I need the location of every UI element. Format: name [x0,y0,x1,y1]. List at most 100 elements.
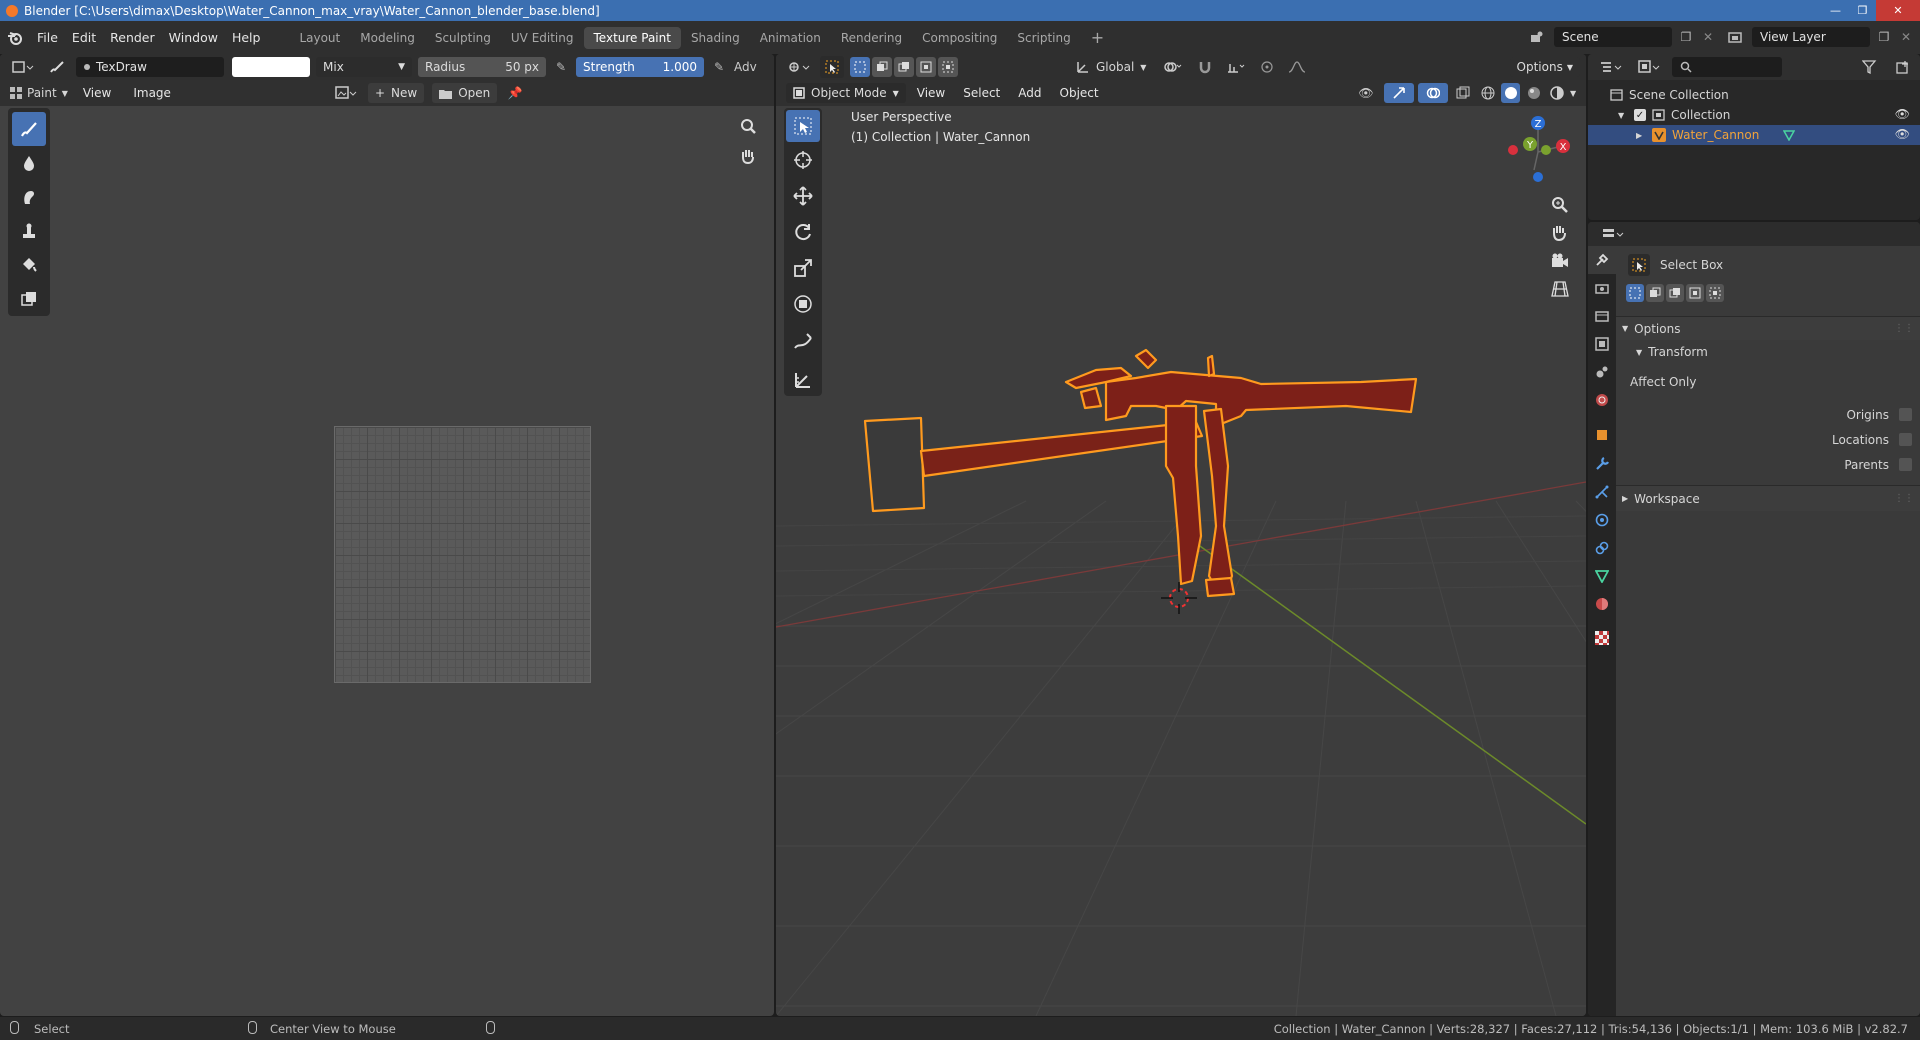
clone-tool-icon[interactable] [12,214,46,248]
tab-modeling[interactable]: Modeling [350,27,425,49]
editor-type-icon[interactable] [8,57,38,77]
menu-window[interactable]: Window [162,27,225,49]
strength-field[interactable]: Strength 1.000 [576,57,704,77]
orientation-select[interactable]: Global ▼ [1070,60,1152,74]
tab-sculpting[interactable]: Sculpting [425,27,501,49]
properties-editor-icon[interactable] [1598,227,1628,241]
origins-row[interactable]: Origins [1616,402,1920,427]
pin-icon[interactable]: 📌 [505,86,525,100]
object-mode-select[interactable]: Object Mode ▼ [786,83,906,103]
tab-material-icon[interactable] [1588,590,1616,618]
radius-field[interactable]: Radius 50 px [418,57,546,77]
tab-scene-icon[interactable] [1588,358,1616,386]
select-new-icon[interactable] [850,57,870,77]
draw-tool-icon[interactable] [12,112,46,146]
menu-view[interactable]: View [76,82,118,104]
brush-icon[interactable] [44,57,70,77]
visibility-eye-icon[interactable]: 👁 [1352,86,1380,100]
select-intersect-icon[interactable] [938,57,958,77]
tab-physics-icon[interactable] [1588,506,1616,534]
minimize-button[interactable]: — [1822,0,1849,21]
viewport-menu-add[interactable]: Add [1011,82,1048,104]
overlays-toggle-icon[interactable] [1418,83,1448,103]
viewport-menu-select[interactable]: Select [956,82,1007,104]
mode-subtract-icon[interactable] [1666,284,1684,302]
fill-tool-icon[interactable] [12,248,46,282]
falloff-curve-icon[interactable] [1284,60,1314,74]
cursor-tool-icon[interactable] [786,142,820,178]
view-layer-remove-icon[interactable]: ✕ [1898,30,1914,44]
tab-rendering[interactable]: Rendering [831,27,912,49]
proportional-edit-icon[interactable] [1256,60,1278,74]
origins-checkbox[interactable] [1899,408,1912,421]
drag-handle-icon[interactable]: ⋮⋮ [1894,493,1914,504]
outliner-editor-icon[interactable] [1596,60,1626,74]
tab-animation[interactable]: Animation [750,27,831,49]
tab-modifiers-icon[interactable] [1588,450,1616,478]
mode-invert-icon[interactable] [1686,284,1704,302]
options-panel-header[interactable]: ▼ Options ⋮⋮ [1616,316,1920,340]
view-layer-icon[interactable] [1722,27,1748,47]
tab-layout[interactable]: Layout [289,27,350,49]
menu-file[interactable]: File [30,27,65,49]
move-tool-icon[interactable] [786,178,820,214]
chevron-down-icon[interactable]: ▼ [1570,89,1586,98]
pivot-point-icon[interactable] [1158,60,1188,74]
blender-menu-icon[interactable] [0,27,30,49]
expand-arrow-icon[interactable]: ▶ [1636,131,1646,140]
outliner-row-water-cannon[interactable]: ▶ Water_Cannon 👁 [1588,125,1920,145]
menu-help[interactable]: Help [225,27,268,49]
locations-checkbox[interactable] [1899,433,1912,446]
select-mode-group[interactable] [850,57,958,77]
image-browse-icon[interactable] [332,83,360,103]
drag-handle-icon[interactable]: ⋮⋮ [1894,323,1914,334]
snap-magnet-icon[interactable] [1194,60,1216,74]
mesh-data-icon[interactable] [1783,129,1796,141]
collection-checkbox[interactable]: ✓ [1634,109,1646,121]
outliner-row-collection[interactable]: ▼ ✓ Collection 👁 [1588,105,1920,125]
parents-row[interactable]: Parents [1616,452,1920,477]
view-layer-field[interactable]: View Layer [1752,27,1870,47]
radius-pressure-icon[interactable]: ✎ [552,60,570,74]
tab-object-icon[interactable] [1588,420,1616,450]
display-mode-icon[interactable] [1634,60,1664,74]
tab-output-icon[interactable] [1588,302,1616,330]
menu-render[interactable]: Render [103,27,162,49]
select-cursor-icon[interactable] [820,56,844,78]
tab-tool-icon[interactable] [1588,246,1616,274]
outliner-row-scene-collection[interactable]: Scene Collection [1588,85,1920,105]
zoom-icon[interactable] [736,114,760,138]
close-button[interactable]: ✕ [1876,0,1920,21]
select-extend-icon[interactable] [872,57,892,77]
tab-uv-editing[interactable]: UV Editing [501,27,584,49]
3d-viewport[interactable]: Global ▼ Options ▼ Object Mode ▼ View Se… [776,54,1586,1016]
perspective-toggle-icon[interactable] [1551,280,1575,304]
tab-view-layer-icon[interactable] [1588,330,1616,358]
menu-image[interactable]: Image [126,82,178,104]
smear-tool-icon[interactable] [12,180,46,214]
scene-field[interactable]: Scene [1554,27,1672,47]
scene-remove-icon[interactable]: ✕ [1700,30,1716,44]
image-canvas[interactable] [334,426,591,683]
transform-tool-icon[interactable] [786,286,820,322]
shading-solid-icon[interactable] [1501,83,1520,103]
annotate-tool-icon[interactable] [786,322,820,362]
workspace-panel-header[interactable]: ▶ Workspace ⋮⋮ [1616,485,1920,511]
outliner-search-input[interactable] [1672,57,1782,77]
viewport-menu-view[interactable]: View [910,82,952,104]
mask-tool-icon[interactable] [12,282,46,316]
tab-compositing[interactable]: Compositing [912,27,1007,49]
filter-icon[interactable] [1858,60,1884,74]
scene-icon[interactable] [1524,27,1550,47]
pan-hand-icon[interactable] [736,144,760,168]
open-image-button[interactable]: Open [432,83,498,103]
tab-texture-icon[interactable] [1588,622,1616,654]
options-dropdown[interactable]: Options ▼ [1509,57,1580,77]
advanced-panel-tab[interactable]: Adv [734,60,757,74]
tab-data-icon[interactable] [1588,562,1616,590]
brush-name-field[interactable]: TexDraw [76,57,224,77]
select-box-tool-icon[interactable] [1628,254,1650,276]
strength-pressure-icon[interactable]: ✎ [710,60,728,74]
tab-scripting[interactable]: Scripting [1007,27,1080,49]
paint-mode-select[interactable]: Paint ▼ [10,86,68,100]
